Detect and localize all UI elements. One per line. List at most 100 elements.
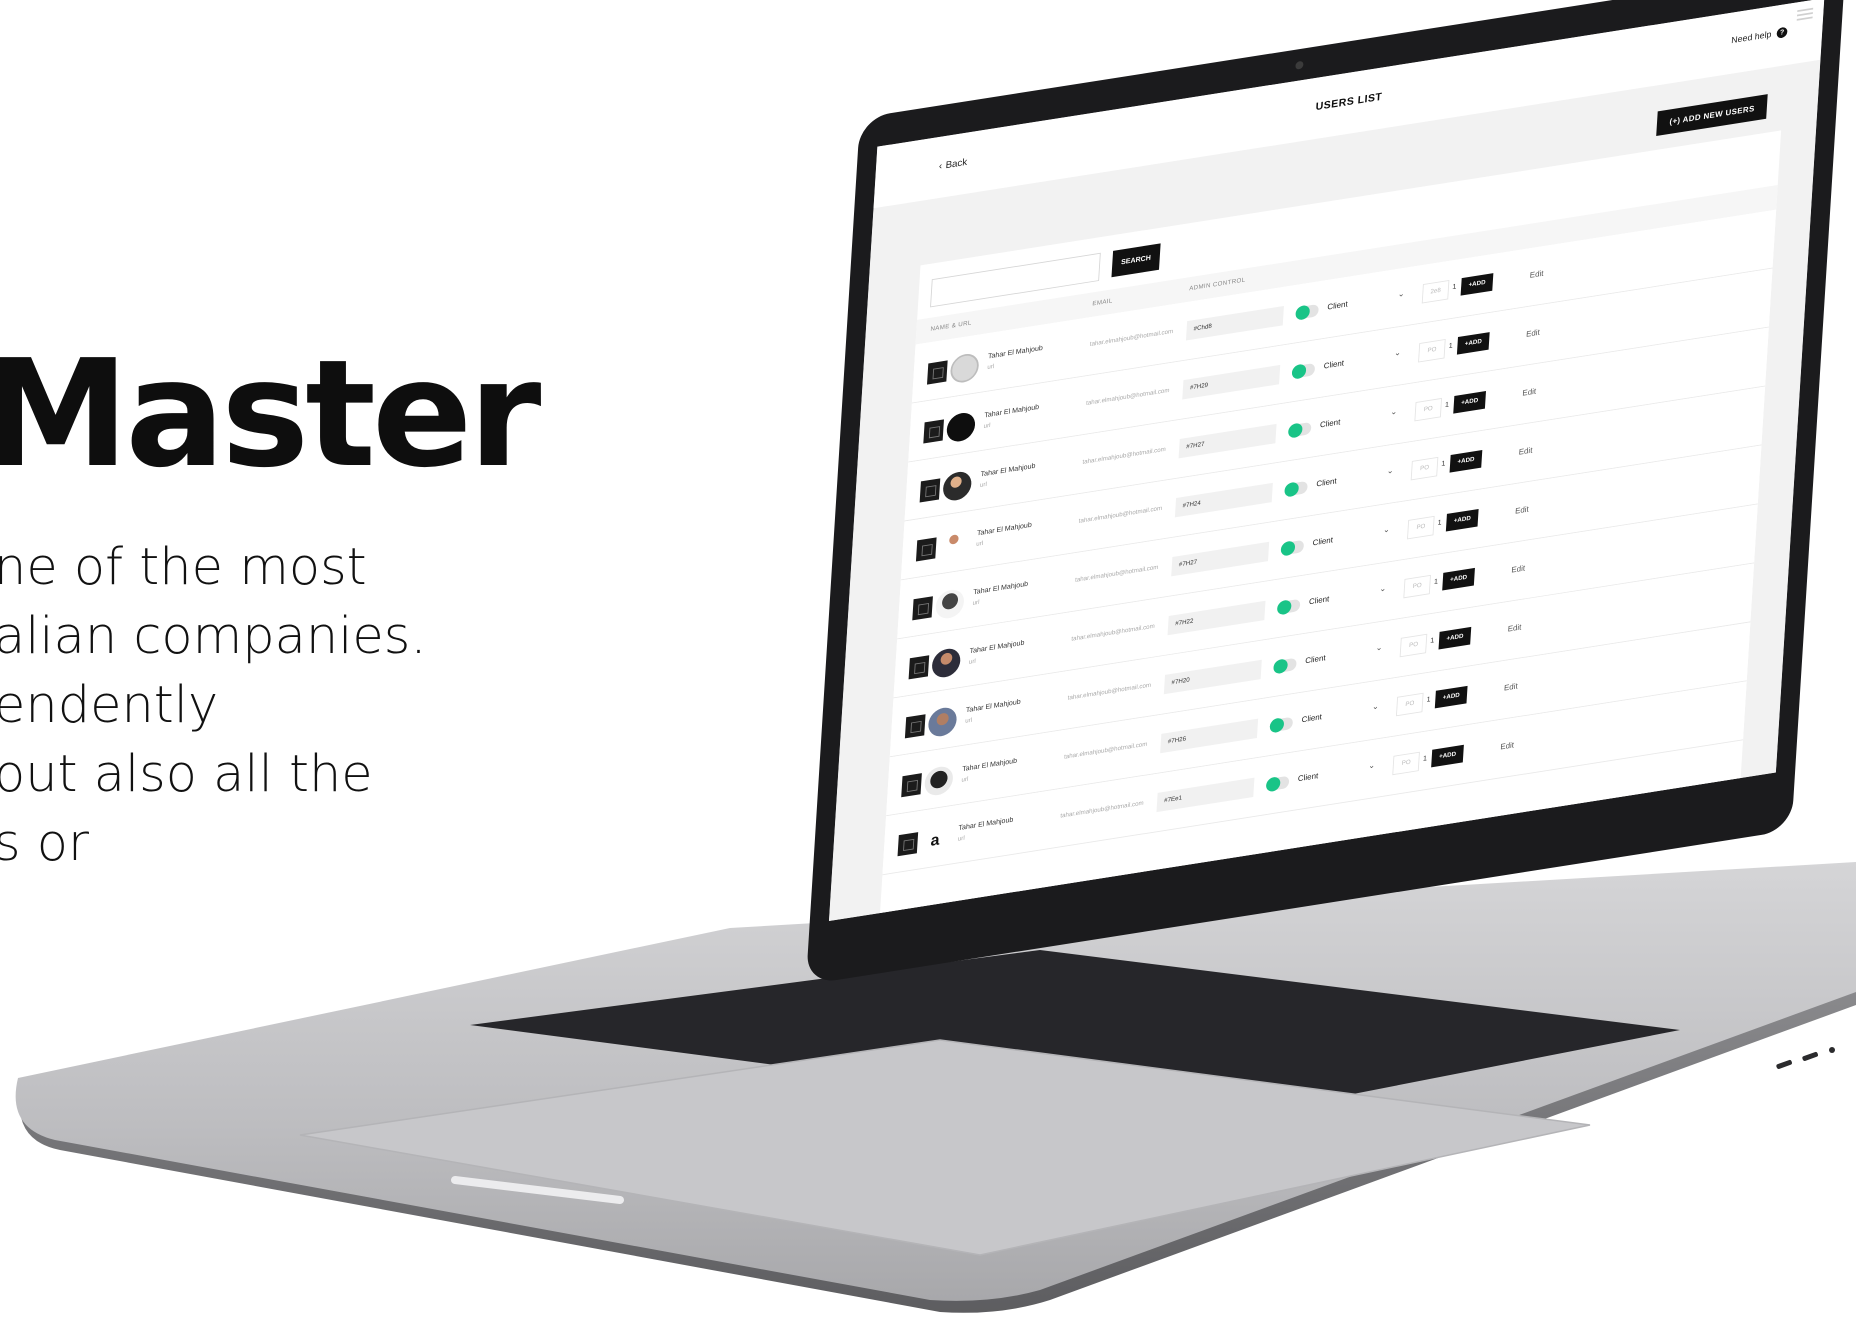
- edit-link[interactable]: Edit: [1515, 505, 1529, 516]
- user-url: url: [976, 540, 984, 548]
- role-select[interactable]: Client: [1320, 417, 1341, 429]
- search-button[interactable]: SEARCH: [1111, 243, 1161, 278]
- po-field[interactable]: PO: [1407, 515, 1435, 540]
- user-code-field[interactable]: #7H27: [1178, 423, 1277, 459]
- chevron-down-icon[interactable]: ⌄: [1376, 642, 1383, 653]
- user-url: url: [968, 658, 976, 666]
- user-name: Tahar El Mahjoub: [987, 343, 1044, 361]
- user-url: url: [972, 599, 980, 607]
- chevron-down-icon[interactable]: ⌄: [1387, 466, 1394, 477]
- user-url: url: [987, 363, 995, 371]
- admin-toggle[interactable]: [1280, 539, 1305, 556]
- add-button[interactable]: +ADD: [1445, 508, 1479, 532]
- add-button[interactable]: +ADD: [1456, 332, 1490, 355]
- user-url: url: [964, 717, 973, 725]
- user-code-field[interactable]: #7H27: [1171, 541, 1270, 577]
- admin-toggle[interactable]: [1287, 421, 1312, 438]
- po-field[interactable]: PO: [1410, 456, 1439, 481]
- user-code-field[interactable]: #7H26: [1160, 718, 1259, 754]
- quantity: 1: [1448, 341, 1453, 350]
- edit-link[interactable]: Edit: [1504, 681, 1518, 692]
- role-select[interactable]: Client: [1309, 594, 1330, 606]
- user-url: url: [979, 481, 987, 489]
- user-email: tahar.elmahjoub@hotmail.com: [1078, 505, 1163, 525]
- qr-code-icon[interactable]: [926, 360, 948, 385]
- column-header-name: NAME & URL: [930, 320, 972, 333]
- user-code-field[interactable]: #7H22: [1167, 600, 1266, 636]
- quantity: 1: [1437, 518, 1442, 527]
- user-code-field[interactable]: #7H24: [1174, 482, 1273, 518]
- chevron-down-icon[interactable]: ⌄: [1383, 525, 1390, 536]
- add-button[interactable]: +ADD: [1434, 685, 1468, 709]
- user-name: Tahar El Mahjoub: [976, 520, 1032, 538]
- menu-icon[interactable]: [1796, 5, 1814, 23]
- qr-code-icon[interactable]: [908, 655, 930, 680]
- edit-link[interactable]: Edit: [1522, 387, 1536, 398]
- qr-code-icon[interactable]: [915, 537, 937, 562]
- add-button[interactable]: +ADD: [1442, 567, 1475, 591]
- qr-code-icon[interactable]: [897, 832, 919, 857]
- quantity: 1: [1426, 695, 1431, 704]
- add-button[interactable]: +ADD: [1460, 273, 1494, 296]
- laptop-mockup: ‹ Back USERS LIST Need help ? (+) ADD NE…: [0, 0, 1856, 1326]
- add-button[interactable]: +ADD: [1453, 391, 1487, 414]
- role-select[interactable]: Client: [1298, 771, 1319, 783]
- po-field[interactable]: PO: [1414, 397, 1443, 422]
- qr-code-icon[interactable]: [919, 478, 941, 503]
- user-code-field[interactable]: #7H29: [1182, 364, 1281, 400]
- po-field[interactable]: PO: [1399, 633, 1428, 658]
- quantity: 1: [1452, 282, 1457, 291]
- admin-toggle[interactable]: [1269, 716, 1294, 733]
- po-field[interactable]: PO: [1395, 692, 1424, 717]
- admin-toggle[interactable]: [1295, 303, 1319, 320]
- edit-link[interactable]: Edit: [1526, 328, 1540, 339]
- edit-link[interactable]: Edit: [1507, 622, 1521, 633]
- edit-link[interactable]: Edit: [1519, 446, 1533, 457]
- user-code-field[interactable]: #Chd8: [1185, 305, 1284, 341]
- add-new-users-button[interactable]: (+) ADD NEW USERS: [1656, 94, 1768, 137]
- add-button[interactable]: +ADD: [1431, 744, 1464, 768]
- chevron-down-icon[interactable]: ⌄: [1379, 584, 1386, 595]
- qr-code-icon[interactable]: [901, 773, 922, 798]
- admin-toggle[interactable]: [1284, 480, 1308, 497]
- admin-toggle[interactable]: [1291, 362, 1316, 379]
- user-code-field[interactable]: #7Ee1: [1156, 777, 1255, 813]
- avatar: [942, 469, 973, 503]
- edit-link[interactable]: Edit: [1511, 563, 1525, 574]
- po-field[interactable]: PO: [1392, 751, 1420, 776]
- role-select[interactable]: Client: [1301, 712, 1322, 724]
- chevron-down-icon[interactable]: ⌄: [1390, 407, 1397, 418]
- edit-link[interactable]: Edit: [1530, 269, 1544, 280]
- add-button[interactable]: +ADD: [1438, 626, 1472, 650]
- admin-toggle[interactable]: [1273, 657, 1297, 674]
- quantity: 1: [1430, 636, 1435, 645]
- chevron-down-icon[interactable]: ⌄: [1394, 348, 1401, 359]
- role-select[interactable]: Client: [1323, 358, 1344, 370]
- role-select[interactable]: Client: [1305, 653, 1326, 665]
- user-code-field[interactable]: #7H20: [1163, 659, 1262, 695]
- avatar: [949, 351, 980, 385]
- chevron-down-icon[interactable]: ⌄: [1372, 701, 1379, 712]
- admin-toggle[interactable]: [1265, 775, 1290, 792]
- add-button[interactable]: +ADD: [1449, 449, 1483, 473]
- chevron-down-icon[interactable]: ⌄: [1398, 289, 1405, 300]
- user-url: url: [957, 835, 965, 843]
- avatar: [938, 528, 969, 562]
- po-field[interactable]: 2e8: [1421, 280, 1450, 304]
- qr-code-icon[interactable]: [904, 714, 926, 739]
- po-field[interactable]: PO: [1418, 338, 1446, 363]
- chevron-down-icon[interactable]: ⌄: [1368, 760, 1375, 771]
- role-select[interactable]: Client: [1312, 535, 1333, 547]
- po-field[interactable]: PO: [1403, 574, 1431, 599]
- role-select[interactable]: Client: [1316, 476, 1337, 488]
- user-name: Tahar El Mahjoub: [961, 756, 1018, 773]
- edit-link[interactable]: Edit: [1500, 740, 1514, 751]
- user-email: tahar.elmahjoub@hotmail.com: [1063, 741, 1148, 761]
- laptop-lid: ‹ Back USERS LIST Need help ? (+) ADD NE…: [805, 0, 1846, 985]
- qr-code-icon[interactable]: [912, 596, 933, 621]
- admin-toggle[interactable]: [1276, 598, 1301, 615]
- user-name: Tahar El Mahjoub: [958, 815, 1014, 832]
- qr-code-icon[interactable]: [923, 419, 944, 444]
- user-name: Tahar El Mahjoub: [965, 697, 1021, 715]
- role-select[interactable]: Client: [1327, 299, 1348, 311]
